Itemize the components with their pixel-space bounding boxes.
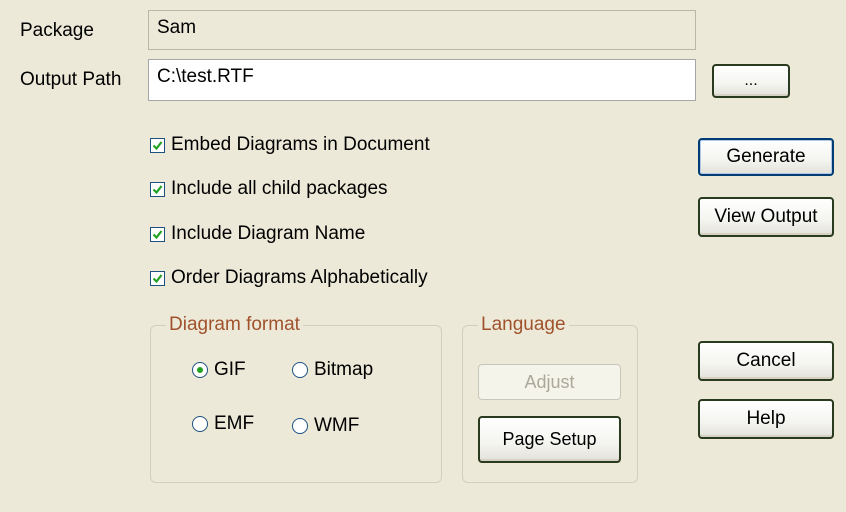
radio-gif[interactable]: GIF — [192, 359, 246, 381]
browse-button[interactable]: ... — [712, 64, 790, 98]
output-path-input[interactable]: C:\test.RTF — [148, 59, 696, 101]
adjust-button[interactable]: Adjust — [478, 364, 621, 400]
option-include-diagram-name[interactable]: Include Diagram Name — [150, 223, 365, 245]
option-label: Embed Diagrams in Document — [171, 134, 430, 155]
radio-label: Bitmap — [314, 359, 374, 380]
radio-emf[interactable]: EMF — [192, 413, 254, 435]
diagram-format-group — [150, 325, 442, 483]
checkmark-icon — [152, 140, 163, 150]
radio-label: EMF — [214, 413, 255, 434]
cancel-button[interactable]: Cancel — [698, 341, 834, 381]
page-setup-button[interactable]: Page Setup — [478, 416, 621, 463]
option-embed-diagrams[interactable]: Embed Diagrams in Document — [150, 134, 430, 156]
option-order-alphabetically[interactable]: Order Diagrams Alphabetically — [150, 267, 428, 289]
radio-button[interactable] — [192, 362, 208, 378]
option-label: Include Diagram Name — [171, 223, 366, 244]
help-button[interactable]: Help — [698, 399, 834, 439]
option-label: Order Diagrams Alphabetically — [171, 267, 428, 288]
radio-button[interactable] — [292, 418, 308, 434]
option-label: Include all child packages — [171, 178, 388, 199]
radio-label: WMF — [314, 415, 360, 436]
output-path-label: Output Path — [20, 69, 122, 90]
checkmark-icon — [152, 184, 163, 194]
package-field: Sam — [148, 10, 696, 50]
checkbox[interactable] — [150, 181, 165, 197]
checkbox[interactable] — [150, 137, 165, 153]
language-title: Language — [478, 314, 569, 336]
radio-button[interactable] — [192, 416, 208, 432]
radio-button[interactable] — [292, 362, 308, 378]
option-include-child-packages[interactable]: Include all child packages — [150, 178, 388, 200]
view-output-button[interactable]: View Output — [698, 197, 834, 237]
package-label: Package — [20, 20, 94, 41]
radio-label: GIF — [214, 359, 246, 380]
radio-bitmap[interactable]: Bitmap — [292, 359, 373, 381]
checkmark-icon — [152, 273, 163, 283]
checkmark-icon — [152, 229, 163, 239]
checkbox[interactable] — [150, 226, 165, 242]
diagram-format-title: Diagram format — [166, 314, 303, 336]
radio-wmf[interactable]: WMF — [292, 415, 359, 437]
generate-button[interactable]: Generate — [698, 138, 834, 176]
checkbox[interactable] — [150, 270, 165, 286]
